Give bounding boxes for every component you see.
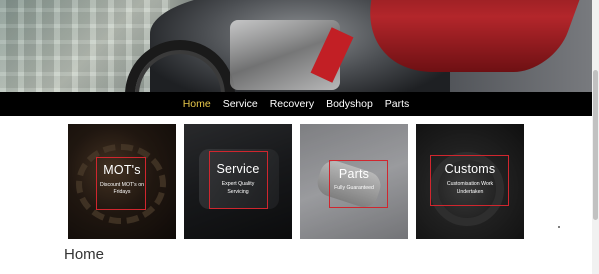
- decorative-dot: [558, 226, 560, 228]
- card-title: Service: [216, 162, 260, 176]
- scrollbar-thumb[interactable]: [593, 70, 598, 220]
- card-customs[interactable]: Customs Customisation Work Undertaken: [416, 124, 524, 239]
- main-nav: Home Service Recovery Bodyshop Parts: [0, 92, 592, 116]
- card-desc-line2: Servicing: [227, 189, 249, 195]
- hero-banner: [0, 0, 599, 92]
- card-title: Customs: [444, 162, 496, 176]
- nav-item-recovery[interactable]: Recovery: [264, 98, 320, 110]
- card-desc-line1: Customisation Work: [446, 181, 494, 187]
- nav-items: Home Service Recovery Bodyshop Parts: [0, 92, 592, 116]
- card-desc-line1: Fully Guaranteed: [334, 185, 374, 191]
- page-title: Home: [64, 246, 105, 263]
- card-service[interactable]: Service Expert Quality Servicing: [184, 124, 292, 239]
- card-desc-line2: Fridays: [113, 189, 131, 195]
- nav-item-parts[interactable]: Parts: [379, 98, 416, 110]
- nav-item-home[interactable]: Home: [177, 98, 217, 110]
- card-desc-line1: Expert Quality: [221, 181, 255, 187]
- card-parts[interactable]: Parts Fully Guaranteed: [300, 124, 408, 239]
- card-mots[interactable]: MOT's Discount MOT's on Fridays: [68, 124, 176, 239]
- nav-item-bodyshop[interactable]: Bodyshop: [320, 98, 379, 110]
- card-title: Parts: [338, 167, 370, 181]
- card-desc-line2: Undertaken: [456, 189, 484, 195]
- nav-item-service[interactable]: Service: [217, 98, 264, 110]
- card-title: MOT's: [103, 163, 141, 177]
